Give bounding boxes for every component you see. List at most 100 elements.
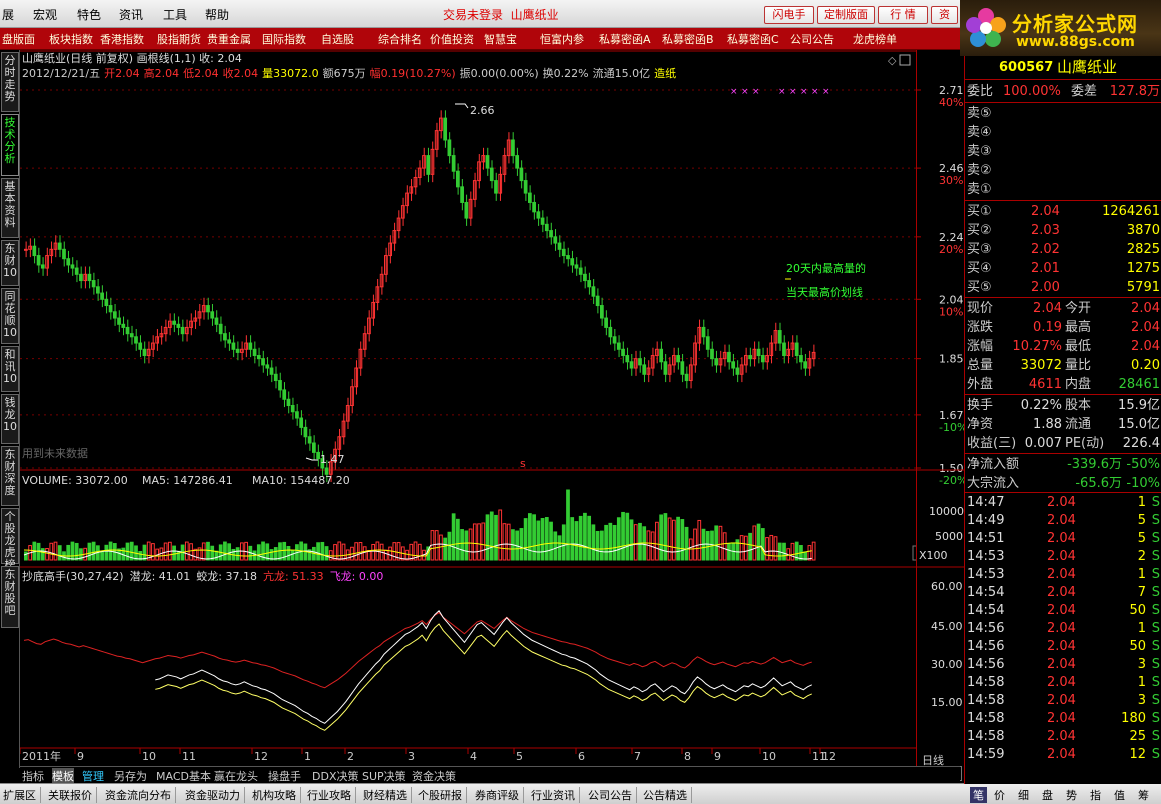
panel-tab-1[interactable]: 价 [994, 787, 1005, 803]
ext-tool-4[interactable]: 机构攻略 [252, 787, 301, 803]
ext-tool-6[interactable]: 财经精选 [363, 787, 412, 803]
tab-0[interactable]: 盘版面 [2, 31, 35, 47]
left-tab-2[interactable]: 基本资料 [1, 178, 19, 238]
tick-row-4: 14:53 2.04 1 S [965, 566, 1161, 584]
tab-1[interactable]: 板块指数 [49, 31, 93, 47]
tick-time-6: 14:54 [967, 603, 1005, 618]
left-tab-5[interactable]: 和讯10 [1, 346, 19, 392]
menu-item-macro[interactable]: 宏观 [33, 6, 57, 23]
buy-row-2: 买③ 2.02 2825 [965, 240, 1161, 259]
menu-item-ext[interactable]: 展 [2, 6, 14, 23]
indicator-tool-4[interactable]: MACD基本 [156, 768, 211, 784]
stock-header: 600567 山鹰纸业 [965, 58, 1161, 77]
left-tab-0[interactable]: 分时走势 [1, 52, 19, 112]
menu-item-news[interactable]: 资讯 [119, 6, 143, 23]
tab-3[interactable]: 股指期货 [157, 31, 201, 47]
tab-11[interactable]: 私募密函A [599, 31, 651, 47]
stat2-b-0: 股本 [1065, 398, 1092, 413]
panel-tab-5[interactable]: 指 [1090, 787, 1101, 803]
indicator-tool-1[interactable]: 模板 [52, 768, 74, 784]
candle-body [782, 342, 786, 357]
menu-item-tools[interactable]: 工具 [163, 6, 187, 23]
volume-bar [697, 519, 702, 561]
volume-bar [57, 545, 62, 561]
indicator-tool-9[interactable]: 资金决策 [412, 768, 456, 784]
ext-tool-8[interactable]: 券商评级 [475, 787, 524, 803]
tab-7[interactable]: 综合排名 [378, 31, 422, 47]
stat-av-2: 10.27% [1012, 339, 1062, 354]
candle-body [74, 267, 79, 275]
ext-tool-5[interactable]: 行业攻略 [307, 787, 356, 803]
tick-vol-0: 1 [1137, 495, 1146, 510]
panel-tab-7[interactable]: 筹 [1138, 787, 1149, 803]
indicator-tool-3[interactable]: 另存为 [114, 768, 147, 784]
menu-item-help[interactable]: 帮助 [205, 6, 229, 23]
tab-6[interactable]: 自选股 [321, 31, 354, 47]
tab-13[interactable]: 私募密函C [727, 31, 779, 47]
tick-side-9: S [1151, 657, 1160, 672]
indicator-tool-2[interactable]: 管理 [82, 768, 104, 784]
volume-bar [748, 532, 752, 561]
tab-5[interactable]: 国际指数 [262, 31, 306, 47]
left-tab-4[interactable]: 同花顺10 [1, 288, 19, 344]
kline-chart-area[interactable]: 山鹰纸业(日线 前复权) 画根线(1,1) 收: 2.04 2012/12/21/… [19, 50, 944, 768]
volume-bar [443, 537, 448, 561]
ext-tool-0[interactable]: 扩展区 [3, 787, 41, 803]
ext-tool-11[interactable]: 公告精选 [643, 787, 692, 803]
left-tab-7[interactable]: 东财深度 [1, 446, 19, 506]
market-tab-bar: 盘版面 板块指数 香港指数 股指期货 贵重金属 国际指数 自选股 综合排名 价值投资 智慧宝 恒富内… [0, 28, 960, 50]
tab-10[interactable]: 恒富内参 [540, 31, 584, 47]
buy-label-2: 买③ [967, 242, 992, 257]
candle-body [223, 333, 227, 341]
tab-12[interactable]: 私募密函B [662, 31, 714, 47]
indicator-tool-7[interactable]: DDX决策 [312, 768, 358, 784]
menu-item-featured[interactable]: 特色 [77, 6, 101, 23]
indicator-tool-8[interactable]: SUP决策 [362, 768, 406, 784]
site-logo[interactable]: 分析家公式网 www.88gs.com [960, 0, 1161, 56]
ext-tool-3[interactable]: 资金驱动力 [185, 787, 245, 803]
quote-button[interactable]: 行 情 [878, 6, 928, 24]
candle-body [608, 326, 613, 338]
candle-body [714, 358, 719, 366]
tab-2[interactable]: 香港指数 [100, 31, 144, 47]
ext-tool-10[interactable]: 公司公告 [588, 787, 637, 803]
candle-body [66, 258, 71, 266]
panel-tab-6[interactable]: 值 [1114, 787, 1125, 803]
buy-vol-2: 2825 [1126, 242, 1160, 257]
ext-tool-9[interactable]: 行业资讯 [531, 787, 580, 803]
candle-body [595, 295, 600, 307]
volume-bar [570, 517, 575, 561]
ind-tick-3: 15.00 [931, 696, 963, 709]
panel-tab-0[interactable]: 笔 [970, 787, 987, 803]
info-button[interactable]: 资 [931, 6, 958, 24]
tab-15[interactable]: 龙虎榜单 [853, 31, 897, 47]
tab-14[interactable]: 公司公告 [790, 31, 834, 47]
ext-tool-1[interactable]: 关联报价 [48, 787, 97, 803]
left-tab-3[interactable]: 东财10 [1, 240, 19, 286]
left-tab-8[interactable]: 个股龙虎榜 [1, 508, 19, 571]
tab-9[interactable]: 智慧宝 [484, 31, 517, 47]
candle-body [485, 155, 490, 169]
tick-side-7: S [1151, 621, 1160, 636]
candle-body [803, 361, 808, 369]
tab-4[interactable]: 贵重金属 [207, 31, 251, 47]
left-tab-1[interactable]: 技术分析 [1, 114, 19, 176]
buy-vol-3: 1275 [1126, 261, 1160, 276]
indicator-tool-0[interactable]: 指标 [22, 768, 44, 784]
left-tab-6[interactable]: 钱龙10 [1, 394, 19, 444]
left-tab-9[interactable]: 东财股吧 [1, 566, 19, 628]
panel-tab-2[interactable]: 细 [1018, 787, 1029, 803]
ext-tool-7[interactable]: 个股研报 [418, 787, 467, 803]
indicator-tool-6[interactable]: 操盘手 [268, 768, 301, 784]
panel-tab-4[interactable]: 势 [1066, 787, 1077, 803]
custom-layout-button[interactable]: 定制版面 [817, 6, 875, 24]
flash-trade-button[interactable]: 闪电手 [764, 6, 814, 24]
panel-tab-3[interactable]: 盘 [1042, 787, 1053, 803]
ext-tool-2[interactable]: 资金流向分布 [105, 787, 176, 803]
weibi-label: 委比 [967, 84, 994, 99]
indicator-l3: 亢龙: 51.33 [263, 569, 324, 583]
tab-8[interactable]: 价值投资 [430, 31, 474, 47]
tick-price-11: 2.04 [1047, 693, 1076, 708]
indicator-tool-5[interactable]: 赢在龙头 [214, 768, 258, 784]
volume-bar [142, 544, 147, 561]
